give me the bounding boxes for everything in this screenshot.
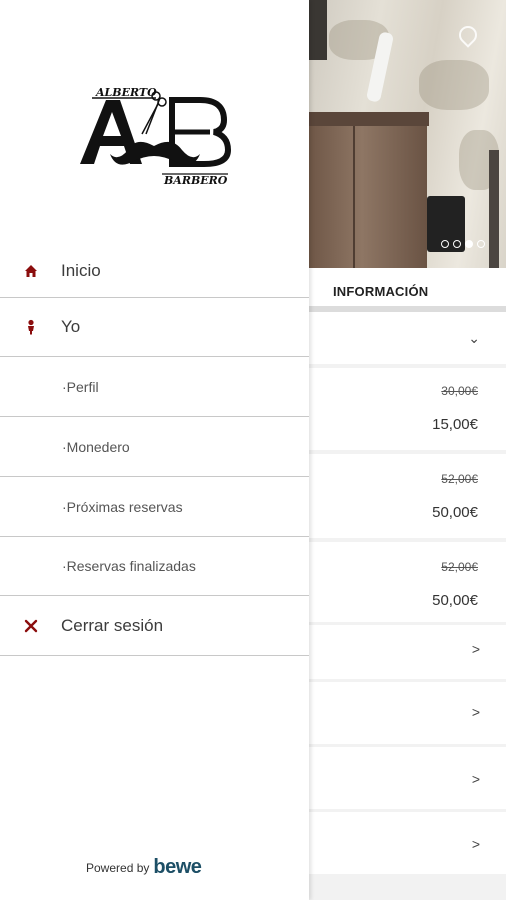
price: 50,00€ (432, 504, 478, 521)
logo-bottom-text: BARBERO (163, 174, 228, 187)
bewe-logo[interactable]: bewe (153, 856, 202, 879)
info-section-title: INFORMACIÓN (333, 284, 429, 299)
wall-texture (419, 60, 489, 110)
old-price: 30,00€ (441, 384, 478, 398)
menu-item-label: Cerrar sesión (61, 615, 164, 635)
carousel-dot-active[interactable] (465, 240, 473, 248)
powered-by-footer: Powered by bewe (86, 856, 202, 879)
list-row[interactable]: > (309, 625, 506, 679)
wall-frame (309, 0, 327, 60)
menu-item-perfil[interactable]: ·Perfil (0, 357, 309, 417)
service-card[interactable]: 30,00€ 15,00€ (309, 368, 506, 450)
chevron-right-icon[interactable]: > (472, 641, 480, 657)
chevron-right-icon[interactable]: > (472, 704, 480, 720)
menu-item-label: Yo (61, 317, 81, 336)
carousel-dot[interactable] (453, 240, 461, 248)
service-card[interactable]: 52,00€ 50,00€ (309, 542, 506, 622)
scissors-blade (145, 97, 161, 135)
service-card[interactable]: 52,00€ 50,00€ (309, 454, 506, 538)
menu-item-inicio[interactable]: Inicio (0, 244, 309, 298)
old-price: 52,00€ (441, 472, 478, 486)
carousel-dot[interactable] (477, 240, 485, 248)
info-expand-row[interactable]: ⌄ (309, 312, 506, 364)
powered-by-text: Powered by (86, 860, 150, 875)
list-row[interactable]: > (309, 682, 506, 744)
chevron-down-icon[interactable]: ⌄ (468, 330, 480, 347)
chevron-right-icon[interactable]: > (472, 836, 480, 852)
wooden-cabinet (309, 112, 427, 268)
pipe (489, 150, 499, 268)
menu-item-label: ·Reservas finalizadas (62, 558, 196, 574)
old-price: 52,00€ (441, 560, 478, 574)
menu-item-proximas-reservas[interactable]: ·Próximas reservas (0, 477, 309, 537)
list-row[interactable]: > (309, 812, 506, 874)
info-section-header: INFORMACIÓN (309, 268, 506, 306)
carousel-dot[interactable] (441, 240, 449, 248)
carousel-indicators[interactable] (441, 240, 485, 248)
chevron-right-icon[interactable]: > (472, 771, 480, 787)
logo-top-text: ALBERTO (95, 86, 157, 99)
menu-item-cerrar-sesion[interactable]: Cerrar sesión (0, 596, 309, 656)
hero-photo-carousel[interactable] (309, 0, 506, 268)
menu-item-reservas-finalizadas[interactable]: ·Reservas finalizadas (0, 537, 309, 596)
menu-item-label: Inicio (61, 260, 101, 280)
location-pin-icon[interactable] (455, 22, 481, 48)
cabinet-door-line (353, 126, 355, 268)
navigation-drawer: ALBERTO BARBERO Inicio Yo ·Perfil ·Moned… (0, 0, 309, 900)
home-icon (22, 262, 40, 280)
barber-logo: ALBERTO BARBERO (80, 86, 232, 187)
menu-item-yo[interactable]: Yo (0, 298, 309, 357)
close-icon (22, 617, 40, 635)
price: 15,00€ (432, 416, 478, 433)
menu-item-label: ·Monedero (62, 438, 130, 455)
person-icon (22, 318, 40, 336)
menu-item-monedero[interactable]: ·Monedero (0, 417, 309, 477)
price: 50,00€ (432, 592, 478, 609)
menu-item-label: ·Perfil (62, 378, 99, 395)
list-row[interactable]: > (309, 747, 506, 809)
background-app-panel: INFORMACIÓN ⌄ 30,00€ 15,00€ 52,00€ 50,00… (309, 0, 506, 900)
menu-item-label: ·Próximas reservas (62, 498, 183, 515)
cabinet-top (309, 112, 429, 126)
